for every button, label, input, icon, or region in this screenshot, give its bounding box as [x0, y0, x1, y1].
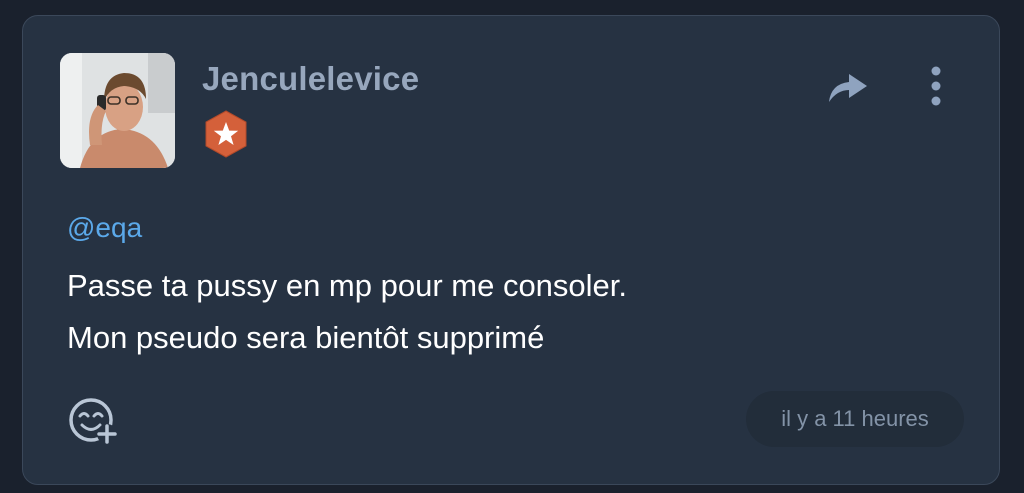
- post-card: Jenculelevice @eqa Passe ta pussy en mp …: [22, 15, 1000, 485]
- timestamp-badge: il y a 11 heures: [746, 391, 964, 447]
- username[interactable]: Jenculelevice: [202, 60, 419, 98]
- message-body: Passe ta pussy en mp pour me consoler. M…: [67, 260, 927, 364]
- message-line: Mon pseudo sera bientôt supprimé: [67, 320, 545, 355]
- avatar[interactable]: [60, 53, 175, 168]
- share-arrow-icon[interactable]: [823, 66, 871, 106]
- star-badge-icon: [201, 109, 251, 159]
- more-vertical-icon[interactable]: [921, 64, 951, 108]
- mention-link[interactable]: @eqa: [67, 212, 142, 244]
- add-reaction-icon[interactable]: [67, 396, 123, 448]
- message-line: Passe ta pussy en mp pour me consoler.: [67, 268, 628, 303]
